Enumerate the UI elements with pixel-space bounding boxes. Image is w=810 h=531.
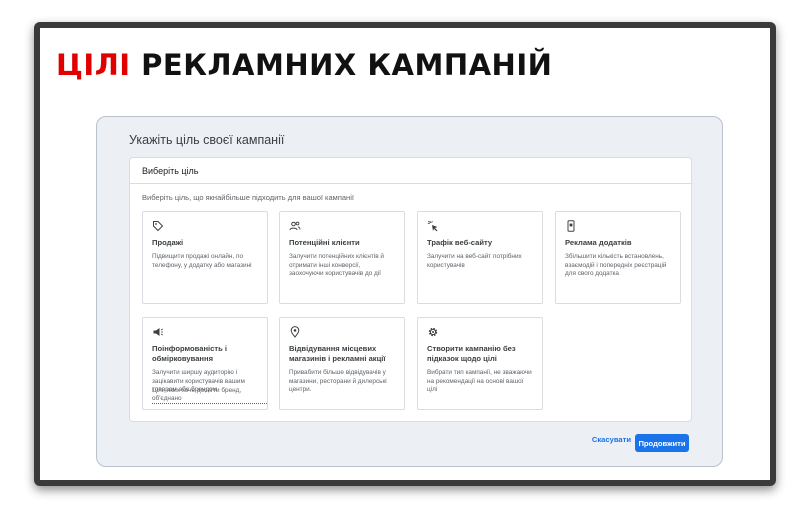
goal-option-description: Вибрати тип кампанії, не зважаючи на рек… (427, 369, 532, 393)
goal-option-description: Залучити потенційних клієнтів й отримати… (289, 253, 384, 277)
slide-title-accent: ЦІЛІ (56, 48, 131, 82)
goal-option-description: Залучити на веб-сайт потрібних користува… (427, 253, 522, 269)
dialog-heading: Укажіть ціль своєї кампанії (129, 133, 285, 147)
mobile-phone-icon (565, 220, 577, 232)
goal-option-title: Продажі (152, 238, 184, 247)
goal-option-sales[interactable]: Продажі Підвищити продажі онлайн, по тел… (142, 211, 268, 304)
goal-option-description: Привабити більше відвідувачів у магазини… (289, 369, 387, 393)
goal-option-title: Потенційні клієнти (289, 238, 360, 247)
goal-option-app-promotion[interactable]: Реклама додатків Збільшити кількість вст… (555, 211, 681, 304)
slide-frame: ЦІЛІ РЕКЛАМНИХ КАМПАНІЙ Укажіть ціль сво… (34, 22, 776, 486)
goal-option-title: Трафік веб-сайту (427, 238, 493, 247)
slide-title-rest: РЕКЛАМНИХ КАМПАНІЙ (130, 48, 553, 82)
gear-icon (427, 326, 439, 338)
slide-title: ЦІЛІ РЕКЛАМНИХ КАМПАНІЙ (56, 48, 552, 82)
goal-option-no-guidance[interactable]: Створити кампанію без підказок щодо цілі… (417, 317, 543, 410)
goal-option-title: Реклама додатків (565, 238, 632, 247)
goal-selection-card: Виберіть ціль Виберіть ціль, що якнайбіл… (129, 157, 692, 422)
brand-goals-merged-link[interactable]: Цілі, яких хоче досягти бренд, об'єднано (152, 387, 267, 404)
slide: ЦІЛІ РЕКЛАМНИХ КАМПАНІЙ Укажіть ціль сво… (40, 28, 770, 480)
card-hint: Виберіть ціль, що якнайбільше підходить … (142, 193, 354, 202)
people-icon (289, 220, 301, 232)
continue-button[interactable]: Продовжити (635, 434, 689, 452)
megaphone-icon (152, 326, 164, 338)
goal-option-description: Підвищити продажі онлайн, по телефону, у… (152, 253, 252, 269)
campaign-goal-dialog: Укажіть ціль своєї кампанії Виберіть ціл… (96, 116, 723, 467)
location-pin-icon (289, 326, 301, 338)
cancel-button[interactable]: Скасувати (592, 435, 631, 444)
goal-option-description: Збільшити кількість встановлень, взаємод… (565, 253, 667, 277)
card-header: Виберіть ціль (130, 158, 691, 184)
goal-option-awareness[interactable]: Поінформованість і обмірковування Залучи… (142, 317, 268, 410)
goal-option-website-traffic[interactable]: Трафік веб-сайту Залучити на веб-сайт по… (417, 211, 543, 304)
goal-option-title: Поінформованість і обмірковування (152, 344, 227, 363)
goal-option-local-store-visits[interactable]: Відвідування місцевих магазинів і реклам… (279, 317, 405, 410)
tag-icon (152, 220, 164, 232)
goal-option-title: Створити кампанію без підказок щодо цілі (427, 344, 516, 363)
goal-option-leads[interactable]: Потенційні клієнти Залучити потенційних … (279, 211, 405, 304)
cursor-click-icon (427, 220, 439, 232)
goal-option-title: Відвідування місцевих магазинів і реклам… (289, 344, 386, 363)
